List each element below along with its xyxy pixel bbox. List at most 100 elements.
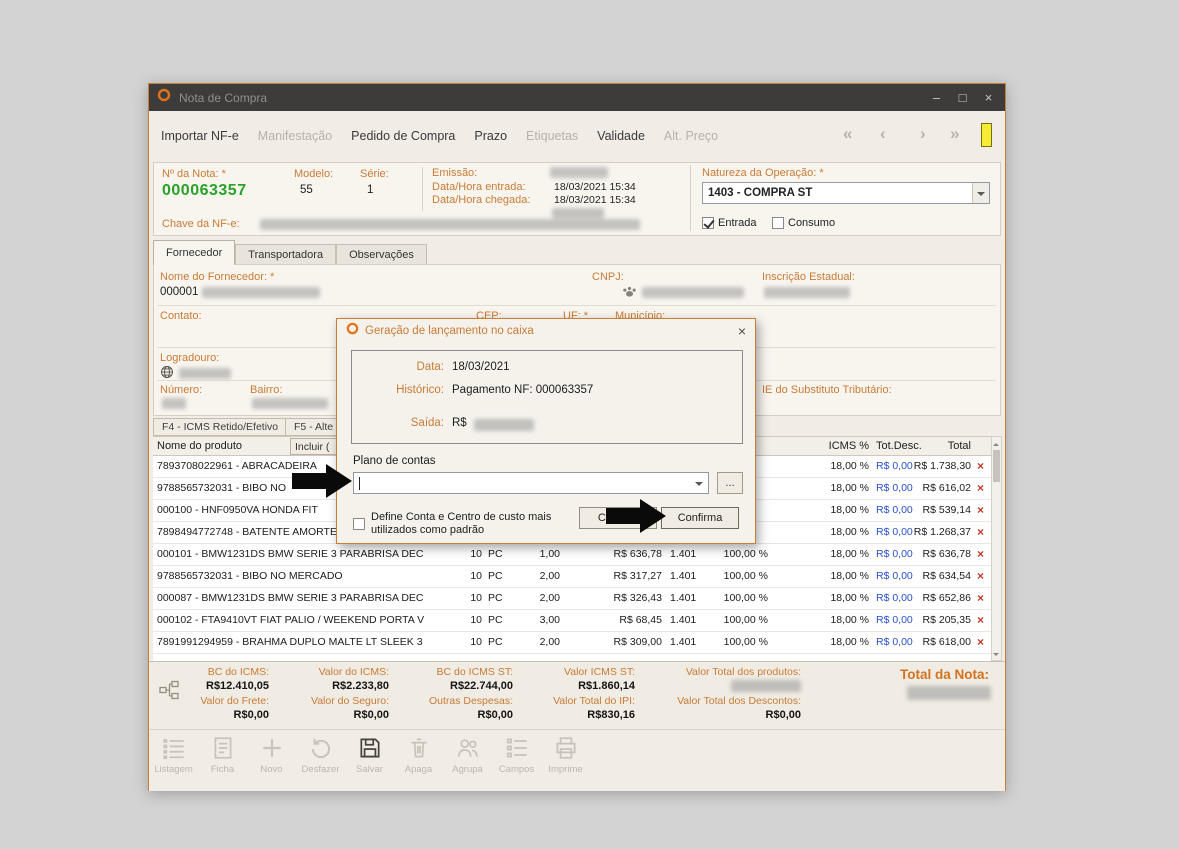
remove-row-button[interactable]: × bbox=[977, 544, 984, 565]
tab-fornecedor[interactable]: Fornecedor bbox=[153, 240, 235, 265]
chegada-data-label: Data/Hora chegada: bbox=[432, 194, 530, 206]
scroll-up-button[interactable] bbox=[992, 437, 1001, 449]
saida-currency: R$ bbox=[452, 417, 467, 429]
toolbar-novo-button[interactable]: Novo bbox=[247, 735, 296, 789]
toolbar-ficha-button[interactable]: Ficha bbox=[198, 735, 247, 789]
summary-label: Valor ICMS ST: bbox=[535, 666, 635, 678]
f4-icms-retido-button[interactable]: F4 - ICMS Retido/Efetivo bbox=[153, 418, 287, 436]
bairro-label: Bairro: bbox=[250, 384, 282, 396]
nav-previous-button[interactable]: ‹ bbox=[880, 124, 886, 144]
tab-observa-es[interactable]: Observações bbox=[336, 244, 427, 265]
maximize-button[interactable]: □ bbox=[954, 90, 971, 105]
app-logo-icon bbox=[157, 88, 171, 107]
summary-value: R$830,16 bbox=[535, 709, 635, 721]
title-bar[interactable]: Nota de Compra – □ × bbox=[149, 84, 1005, 111]
remove-row-button[interactable]: × bbox=[977, 500, 984, 521]
entrada-checkbox[interactable]: Entrada bbox=[702, 217, 757, 229]
entrada-checkbox-box[interactable] bbox=[702, 217, 714, 229]
menu-item-manifesta-o[interactable]: Manifestação bbox=[258, 129, 332, 143]
summary-label: Valor do Frete: bbox=[175, 695, 269, 707]
menu-item-etiquetas[interactable]: Etiquetas bbox=[526, 129, 578, 143]
table-row-5[interactable]: 000101 - BMW1231DS BMW SERIE 3 PARABRISA… bbox=[153, 544, 991, 566]
close-button[interactable]: × bbox=[980, 90, 997, 105]
cell-qty: 2,00 bbox=[509, 588, 560, 609]
toolbar-label: Listagem bbox=[154, 764, 193, 775]
nav-first-button[interactable]: « bbox=[843, 124, 852, 144]
table-row-6[interactable]: 9788565732031 - BIBO NO MERCADO10PC2,00R… bbox=[153, 566, 991, 588]
consumo-checkbox-box[interactable] bbox=[772, 217, 784, 229]
remove-row-button[interactable]: × bbox=[977, 566, 984, 587]
dropdown-arrow-icon[interactable] bbox=[691, 473, 708, 493]
summary-field-valor-do-seguro: Valor do Seguro:R$0,00 bbox=[291, 695, 389, 721]
totals-panel: Total da Nota: BC do ICMS:R$12.410,05Val… bbox=[149, 661, 1005, 728]
cell-unit: R$ 636,78 bbox=[577, 544, 662, 565]
menu-item-prazo[interactable]: Prazo bbox=[474, 129, 507, 143]
col-total[interactable]: Total bbox=[903, 437, 971, 456]
nav-next-button[interactable]: › bbox=[920, 124, 926, 144]
toolbar-listagem-button[interactable]: Listagem bbox=[149, 735, 198, 789]
table-row-7[interactable]: 000087 - BMW1231DS BMW SERIE 3 PARABRISA… bbox=[153, 588, 991, 610]
table-row-10[interactable] bbox=[153, 654, 991, 661]
confirma-button[interactable]: Confirma bbox=[661, 507, 739, 529]
cell-qty: 3,00 bbox=[509, 610, 560, 631]
plano-de-contas-select[interactable] bbox=[353, 472, 709, 494]
menu-item-alt-pre-o[interactable]: Alt. Preço bbox=[664, 129, 718, 143]
cell-icms: 18,00 % bbox=[811, 610, 869, 631]
natureza-operacao-select[interactable]: 1403 - COMPRA ST bbox=[702, 182, 990, 204]
cell-name: 000087 - BMW1231DS BMW SERIE 3 PARABRISA… bbox=[157, 588, 457, 609]
chave-label: Chave da NF-e: bbox=[162, 218, 240, 230]
remove-row-button[interactable]: × bbox=[977, 610, 984, 631]
fornecedor-code: 000001 bbox=[160, 286, 198, 298]
table-scrollbar[interactable] bbox=[991, 436, 1002, 661]
cell-total: R$ 652,86 bbox=[903, 588, 971, 609]
consumo-checkbox[interactable]: Consumo bbox=[772, 217, 835, 229]
cell-unit: R$ 326,43 bbox=[577, 588, 662, 609]
menu-item-validade[interactable]: Validade bbox=[597, 129, 645, 143]
col-nome-do-produto[interactable]: Nome do produto bbox=[157, 437, 242, 456]
remove-row-button[interactable]: × bbox=[977, 456, 984, 477]
text-cursor bbox=[359, 477, 360, 490]
remove-row-button[interactable]: × bbox=[977, 632, 984, 653]
modelo-label: Modelo: bbox=[294, 168, 333, 180]
dialog-logo-icon bbox=[346, 322, 359, 340]
dialog-close-button[interactable]: × bbox=[738, 323, 746, 339]
col-icms[interactable]: ICMS % bbox=[811, 437, 869, 456]
menu-item-importar-nf-e[interactable]: Importar NF-e bbox=[161, 129, 239, 143]
toolbar-salvar-button[interactable]: Salvar bbox=[345, 735, 394, 789]
emissao-label: Emissão: bbox=[432, 167, 477, 179]
people-icon bbox=[455, 735, 481, 761]
toolbar-campos-button[interactable]: Campos bbox=[492, 735, 541, 789]
toolbar-imprime-button[interactable]: Imprime bbox=[541, 735, 590, 789]
modelo-value: 55 bbox=[300, 184, 313, 196]
alert-indicator bbox=[981, 123, 992, 147]
cell-name: 000101 - BMW1231DS BMW SERIE 3 PARABRISA… bbox=[157, 544, 457, 565]
summary-label: Valor do ICMS: bbox=[291, 666, 389, 678]
cell-icms: 18,00 % bbox=[811, 522, 869, 543]
cell-un1: 10 bbox=[464, 588, 482, 609]
toolbar-label: Agrupa bbox=[452, 764, 483, 775]
menu-bar: Importar NF-e Manifestação Pedido de Compr… bbox=[149, 111, 1005, 161]
toolbar-apaga-button[interactable]: Apaga bbox=[394, 735, 443, 789]
scrollbar-thumb[interactable] bbox=[993, 450, 1000, 482]
toolbar-agrupa-button[interactable]: Agrupa bbox=[443, 735, 492, 789]
tab-transportadora[interactable]: Transportadora bbox=[235, 244, 336, 265]
dialog-title-bar[interactable]: Geração de lançamento no caixa × bbox=[337, 319, 755, 343]
checkbox-box[interactable] bbox=[353, 518, 365, 530]
table-row-8[interactable]: 000102 - FTA9410VT FIAT PALIO / WEEKEND … bbox=[153, 610, 991, 632]
saida-label: Saída: bbox=[352, 417, 444, 429]
browse-plano-button[interactable]: ... bbox=[717, 472, 743, 494]
cell-total: R$ 205,35 bbox=[903, 610, 971, 631]
toolbar-desfazer-button[interactable]: Desfazer bbox=[296, 735, 345, 789]
dropdown-arrow-icon[interactable] bbox=[972, 183, 989, 203]
define-padrao-checkbox[interactable]: Define Conta e Centro de custo mais util… bbox=[353, 511, 588, 536]
scroll-down-button[interactable] bbox=[992, 648, 1001, 660]
remove-row-button[interactable]: × bbox=[977, 588, 984, 609]
nav-last-button[interactable]: » bbox=[950, 124, 959, 144]
remove-row-button[interactable]: × bbox=[977, 522, 984, 543]
redacted-total-da-nota bbox=[907, 686, 991, 700]
minimize-button[interactable]: – bbox=[928, 90, 945, 105]
table-row-9[interactable]: 7891991294959 - BRAHMA DUPLO MALTE LT SL… bbox=[153, 632, 991, 654]
remove-row-button[interactable]: × bbox=[977, 478, 984, 499]
menu-item-pedido-de-compra[interactable]: Pedido de Compra bbox=[351, 129, 455, 143]
natureza-label: Natureza da Operação: * bbox=[702, 167, 824, 179]
